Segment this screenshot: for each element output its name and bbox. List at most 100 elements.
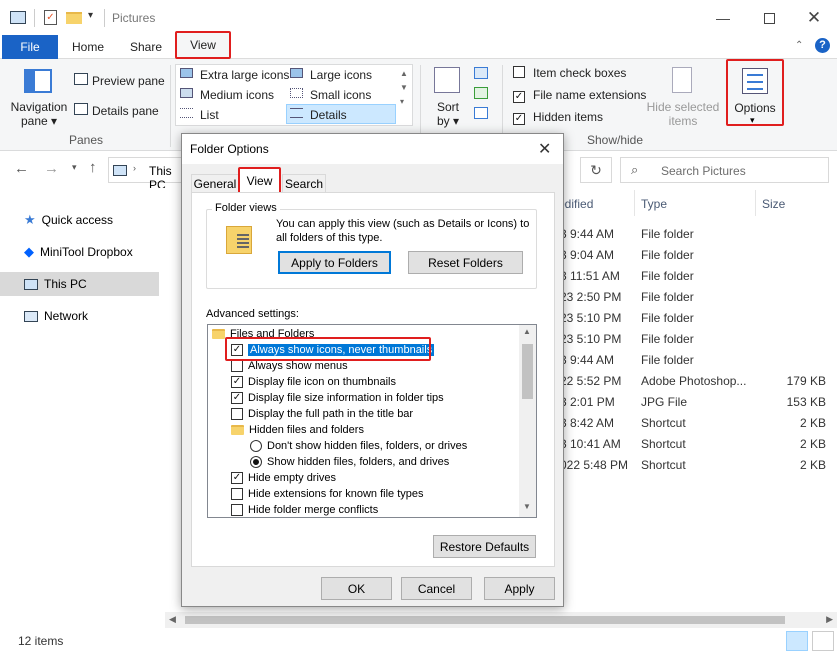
column-date-modified[interactable]: odified <box>558 197 638 211</box>
up-icon[interactable]: ↑ <box>89 159 97 176</box>
preview-pane-button[interactable]: Preview pane <box>92 74 165 88</box>
setting-checkbox[interactable]: ✓ <box>231 344 243 356</box>
setting-item[interactable]: ✓ Display file size information in folder… <box>212 390 522 406</box>
table-row[interactable]: 3 9:04 AM File folder <box>560 244 830 265</box>
tab-view[interactable]: View <box>238 167 281 194</box>
file-name-extensions-checkbox[interactable]: ✓ <box>513 88 525 103</box>
ok-button[interactable]: OK <box>321 577 392 600</box>
large-icons-view-icon[interactable] <box>812 631 834 651</box>
scrollbar-thumb[interactable] <box>185 616 785 624</box>
maximize-button[interactable] <box>746 0 792 36</box>
tab-home[interactable]: Home <box>64 35 112 59</box>
table-row[interactable]: 23 5:10 PM File folder <box>560 328 830 349</box>
layout-details[interactable]: Details <box>310 108 347 122</box>
setting-item[interactable]: Hide extensions for known file types <box>212 486 522 502</box>
tab-view[interactable]: View <box>175 31 231 59</box>
tab-search[interactable]: Search <box>282 174 326 192</box>
setting-item[interactable]: ✓ Always show icons, never thumbnails <box>212 342 522 358</box>
sidebar-item-this-pc[interactable]: This PC <box>0 272 159 296</box>
apply-button[interactable]: Apply <box>484 577 555 600</box>
size-columns-icon[interactable] <box>474 107 488 119</box>
search-input[interactable]: Search Pictures <box>661 164 746 178</box>
table-row[interactable]: 3 9:44 AM File folder <box>560 349 830 370</box>
reset-folders-button[interactable]: Reset Folders <box>408 251 523 274</box>
address-bar[interactable]: › This PC <box>108 157 188 192</box>
close-button[interactable]: ✕ <box>791 0 837 36</box>
table-row[interactable]: 22 5:52 PM Adobe Photoshop... 179 KB <box>560 370 830 391</box>
setting-item[interactable]: Hide folder merge conflicts <box>212 502 522 517</box>
sidebar-item-network[interactable]: Network <box>0 304 159 328</box>
setting-item[interactable]: Show hidden files, folders, and drives <box>212 454 522 470</box>
scroll-right-icon[interactable]: ▶ <box>826 614 833 625</box>
setting-item[interactable]: ✓ Hide empty drives <box>212 470 522 486</box>
layout-large-icons[interactable]: Large icons <box>310 68 372 82</box>
setting-checkbox[interactable] <box>231 408 243 420</box>
scroll-up-icon[interactable]: ▲ <box>523 327 531 336</box>
recent-locations-icon[interactable]: ▾ <box>72 162 77 173</box>
table-row[interactable]: 022 5:48 PM Shortcut 2 KB <box>560 454 830 475</box>
column-divider[interactable] <box>755 190 756 216</box>
layout-extra-large-icons[interactable]: Extra large icons <box>200 68 289 82</box>
add-columns-icon[interactable] <box>474 87 488 99</box>
refresh-icon[interactable]: ↻ <box>580 157 612 183</box>
new-folder-icon[interactable] <box>66 12 82 24</box>
column-type[interactable]: Type <box>641 197 751 211</box>
column-size[interactable]: Size <box>762 197 822 211</box>
gallery-scroll-icon[interactable]: ▲ ▼ ▾ <box>400 67 408 109</box>
restore-defaults-button[interactable]: Restore Defaults <box>433 535 536 558</box>
hide-selected-items-button[interactable]: Hide selected items <box>643 100 723 128</box>
navigation-pane-button[interactable]: Navigation pane ▾ <box>10 100 68 128</box>
table-row[interactable]: 3 8:42 AM Shortcut 2 KB <box>560 412 830 433</box>
tab-general[interactable]: General <box>191 174 239 192</box>
setting-checkbox[interactable]: ✓ <box>231 472 243 484</box>
tab-file[interactable]: File <box>2 35 58 59</box>
table-row[interactable]: 3 2:01 PM JPG File 153 KB <box>560 391 830 412</box>
sidebar-item-minitool-dropbox[interactable]: ◆ MiniTool Dropbox <box>0 240 159 264</box>
scrollbar-thumb[interactable] <box>522 344 533 399</box>
layout-list[interactable]: List <box>200 108 219 122</box>
apply-to-folders-button[interactable]: Apply to Folders <box>278 251 391 274</box>
layout-medium-icons[interactable]: Medium icons <box>200 88 274 102</box>
setting-radio[interactable] <box>250 440 262 452</box>
vertical-scrollbar[interactable]: ▲ ▼ <box>519 325 536 517</box>
setting-radio[interactable] <box>250 456 262 468</box>
column-divider[interactable] <box>634 190 635 216</box>
setting-item[interactable]: ✓ Display file icon on thumbnails <box>212 374 522 390</box>
setting-item[interactable]: Hidden files and folders <box>212 422 522 438</box>
quick-access-dropdown-icon[interactable]: ▾ <box>88 10 93 21</box>
properties-icon[interactable]: ✓ <box>44 10 57 25</box>
dialog-close-icon[interactable]: ✕ <box>538 139 551 159</box>
minimize-button[interactable]: — <box>700 0 746 36</box>
setting-item[interactable]: Files and Folders <box>212 326 522 342</box>
scroll-left-icon[interactable]: ◀ <box>169 614 176 625</box>
tab-share[interactable]: Share <box>122 35 170 59</box>
search-box[interactable]: ⌕ Search Pictures <box>620 157 829 183</box>
setting-checkbox[interactable] <box>231 360 243 372</box>
help-icon[interactable]: ? <box>815 38 830 53</box>
setting-item[interactable]: Always show menus <box>212 358 522 374</box>
forward-icon[interactable]: → <box>44 160 59 177</box>
hidden-items-checkbox[interactable]: ✓ <box>513 110 525 125</box>
setting-item[interactable]: Don't show hidden files, folders, or dri… <box>212 438 522 454</box>
setting-checkbox[interactable] <box>231 504 243 516</box>
back-icon[interactable]: ← <box>14 160 29 177</box>
advanced-settings-list[interactable]: Files and Folders ✓ Always show icons, nev… <box>207 324 537 518</box>
sort-by-button[interactable]: Sort by ▾ <box>430 100 466 128</box>
item-check-boxes-checkbox[interactable] <box>513 66 525 81</box>
scroll-down-icon[interactable]: ▼ <box>523 502 531 511</box>
details-view-icon[interactable] <box>786 631 808 651</box>
sidebar-item-quick-access[interactable]: ★ Quick access <box>0 208 159 232</box>
setting-item[interactable]: Display the full path in the title bar <box>212 406 522 422</box>
details-pane-button[interactable]: Details pane <box>92 104 159 118</box>
setting-checkbox[interactable] <box>231 488 243 500</box>
cancel-button[interactable]: Cancel <box>401 577 472 600</box>
group-by-icon[interactable] <box>474 67 488 79</box>
horizontal-scrollbar[interactable]: ◀ ▶ <box>165 612 837 628</box>
table-row[interactable]: 3 10:41 AM Shortcut 2 KB <box>560 433 830 454</box>
ribbon-collapse-icon[interactable]: ⌃ <box>795 40 803 51</box>
table-row[interactable]: 23 2:50 PM File folder <box>560 286 830 307</box>
table-row[interactable]: 3 11:51 AM File folder <box>560 265 830 286</box>
table-row[interactable]: 23 5:10 PM File folder <box>560 307 830 328</box>
options-button[interactable]: Options ▾ <box>726 59 784 126</box>
setting-checkbox[interactable]: ✓ <box>231 392 243 404</box>
